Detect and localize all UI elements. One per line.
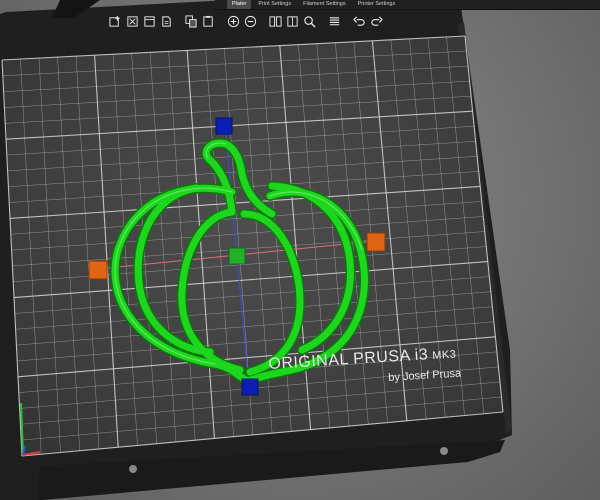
- split-parts-button[interactable]: [285, 14, 300, 29]
- arrange-icon: [162, 15, 171, 27]
- paste-icon: [203, 15, 213, 27]
- split-parts-icon: [287, 15, 298, 27]
- toolbar-separator: [344, 14, 350, 29]
- copy-icon: [185, 14, 197, 28]
- delete-icon: [127, 15, 138, 27]
- tab-filament-settings[interactable]: Filament Settings: [298, 0, 351, 9]
- tab-plater[interactable]: Plater: [227, 0, 252, 9]
- paste-button[interactable]: [201, 14, 216, 29]
- split-objects-button[interactable]: [268, 14, 283, 29]
- undo-icon: [353, 15, 365, 26]
- scale-handle-top[interactable]: [215, 117, 233, 135]
- search-icon: [304, 15, 316, 28]
- toolbar-separator: [218, 14, 224, 29]
- search-button[interactable]: [302, 14, 317, 29]
- toolbar-separator: [260, 14, 266, 29]
- frame-screw: [440, 447, 448, 455]
- add-icon: [109, 15, 120, 27]
- toolbar-separator: [319, 14, 325, 29]
- delete-all-button[interactable]: [142, 14, 157, 29]
- redo-icon: [371, 15, 383, 26]
- delete-button[interactable]: [125, 14, 140, 29]
- undo-button[interactable]: [352, 14, 367, 29]
- remove-instance-button[interactable]: [243, 14, 258, 29]
- tab-print-settings[interactable]: Print Settings: [253, 0, 296, 9]
- add-button[interactable]: [108, 14, 123, 29]
- layers-editing-button[interactable]: [327, 14, 342, 29]
- scale-handle-right[interactable]: [366, 232, 386, 252]
- arrange-button[interactable]: [159, 14, 174, 29]
- scale-handle-center[interactable]: [228, 247, 246, 265]
- copy-button[interactable]: [184, 14, 199, 29]
- scene-toolbar: [108, 11, 384, 31]
- scale-handle-left[interactable]: [88, 260, 108, 280]
- layers-icon: [329, 16, 340, 25]
- redo-button[interactable]: [369, 14, 384, 29]
- scene-canvas[interactable]: [0, 0, 600, 500]
- delete-all-icon: [144, 15, 155, 27]
- frame-screw: [129, 465, 137, 473]
- split-objects-icon: [269, 15, 282, 27]
- minus-icon: [244, 15, 257, 27]
- 3d-viewport[interactable]: ORIGINAL PRUSA i3 MK3 by Josef Prusa Plat…: [0, 0, 600, 500]
- scale-handle-bottom[interactable]: [241, 378, 259, 396]
- main-tab-bar: Plater Print Settings Filament Settings …: [215, 0, 600, 10]
- add-instance-button[interactable]: [226, 14, 241, 29]
- plus-icon: [227, 15, 240, 27]
- tab-printer-settings[interactable]: Printer Settings: [353, 0, 401, 9]
- toolbar-separator: [176, 14, 182, 29]
